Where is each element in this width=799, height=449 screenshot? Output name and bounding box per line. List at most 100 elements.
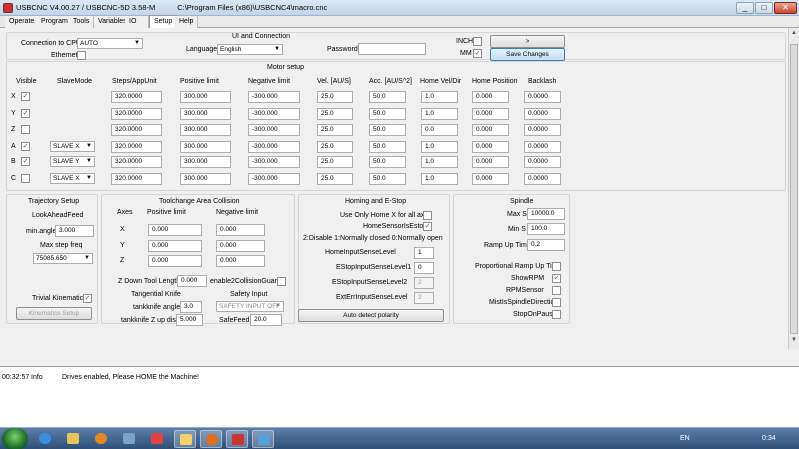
- steps-input-y[interactable]: 320.0000: [111, 108, 162, 120]
- mm-checkbox[interactable]: ✓: [473, 49, 482, 58]
- homepos-input-b[interactable]: 0.000: [472, 156, 509, 168]
- zdown-input[interactable]: 0.000: [177, 275, 207, 287]
- spindle-checkbox-1[interactable]: ✓: [552, 274, 561, 283]
- backlash-input-a[interactable]: 0.0000: [524, 141, 561, 153]
- scroll-up-icon[interactable]: ▲: [790, 30, 798, 40]
- pos-input-x[interactable]: 300.000: [180, 91, 231, 103]
- pos-input-z[interactable]: 300.000: [180, 124, 231, 136]
- tab-operate[interactable]: Operate: [5, 16, 40, 28]
- maxstep-select[interactable]: 75085.650 ▼: [33, 253, 93, 264]
- spindle-checkbox-2[interactable]: [552, 286, 561, 295]
- homevel-input-y[interactable]: 1.0: [421, 108, 458, 120]
- tk-angle-input[interactable]: 3.0: [180, 301, 202, 313]
- acc-input-b[interactable]: 50.0: [369, 156, 406, 168]
- sense-level-input-2[interactable]: 2: [414, 277, 434, 289]
- neg-input-a[interactable]: -300.000: [248, 141, 300, 153]
- homepos-input-a[interactable]: 0.000: [472, 141, 509, 153]
- spindle-checkbox-4[interactable]: [552, 310, 561, 319]
- tool-neg-input-y[interactable]: 0.000: [216, 240, 265, 252]
- visible-checkbox-c[interactable]: [21, 174, 30, 183]
- steps-input-b[interactable]: 320.0000: [111, 156, 162, 168]
- neg-input-c[interactable]: -300.000: [248, 173, 300, 185]
- pos-input-b[interactable]: 300.000: [180, 156, 231, 168]
- clock[interactable]: 0:34: [762, 435, 776, 442]
- homevel-input-x[interactable]: 1.0: [421, 91, 458, 103]
- homevel-input-a[interactable]: 1.0: [421, 141, 458, 153]
- taskbar-camera-icon[interactable]: [252, 430, 274, 448]
- taskbar-app-icon[interactable]: [118, 430, 140, 448]
- homevel-input-c[interactable]: 1.0: [421, 173, 458, 185]
- tool-pos-input-y[interactable]: 0.000: [148, 240, 202, 252]
- maximize-button[interactable]: □: [755, 2, 773, 14]
- homepos-input-x[interactable]: 0.000: [472, 91, 509, 103]
- inch-checkbox[interactable]: [473, 37, 482, 46]
- acc-input-z[interactable]: 50.0: [369, 124, 406, 136]
- taskbar-app2-icon[interactable]: [146, 430, 168, 448]
- tool-neg-input-z[interactable]: 0.000: [216, 255, 265, 267]
- neg-input-b[interactable]: -300.000: [248, 156, 300, 168]
- sense-level-input-0[interactable]: 1: [414, 247, 434, 259]
- taskbar-media-icon[interactable]: [90, 430, 112, 448]
- steps-input-z[interactable]: 320.0000: [111, 124, 162, 136]
- pos-input-y[interactable]: 300.000: [180, 108, 231, 120]
- homepos-input-c[interactable]: 0.000: [472, 173, 509, 185]
- vel-input-x[interactable]: 25.0: [317, 91, 353, 103]
- safety-select[interactable]: SAFETY INPUT OFF ▼: [216, 301, 284, 312]
- min-s-input[interactable]: 100.0: [527, 223, 565, 235]
- tab-program[interactable]: Program: [37, 16, 73, 28]
- vel-input-a[interactable]: 25.0: [317, 141, 353, 153]
- safefeed-input[interactable]: 20.0: [250, 314, 282, 326]
- backlash-input-x[interactable]: 0.0000: [524, 91, 561, 103]
- acc-input-a[interactable]: 50.0: [369, 141, 406, 153]
- taskbar-folder-icon[interactable]: [174, 430, 196, 448]
- save-changes-button[interactable]: Save Changes: [490, 48, 565, 61]
- max-s-input[interactable]: 10000.0: [527, 208, 565, 220]
- tab-setup[interactable]: Setup: [149, 15, 178, 28]
- pos-input-a[interactable]: 300.000: [180, 141, 231, 153]
- backlash-input-z[interactable]: 0.0000: [524, 124, 561, 136]
- kinematics-setup-button[interactable]: Kinematics Setup: [16, 307, 92, 320]
- close-button[interactable]: ✕: [774, 2, 797, 14]
- taskbar-usbcnc-icon[interactable]: [226, 430, 248, 448]
- backlash-input-b[interactable]: 0.0000: [524, 156, 561, 168]
- tab-tools[interactable]: Tools: [69, 16, 95, 28]
- slavemode-select-a[interactable]: SLAVE X ▼: [50, 141, 95, 152]
- vel-input-z[interactable]: 25.0: [317, 124, 353, 136]
- steps-input-x[interactable]: 320.0000: [111, 91, 162, 103]
- keyboard-language[interactable]: EN: [680, 435, 690, 442]
- taskbar-explorer-icon[interactable]: [62, 430, 84, 448]
- trivial-kin-checkbox[interactable]: ✓: [83, 294, 92, 303]
- ramp-input[interactable]: 0.2: [527, 239, 565, 251]
- language-select[interactable]: English ▼: [217, 44, 283, 55]
- visible-checkbox-a[interactable]: ✓: [21, 142, 30, 151]
- tab-help[interactable]: Help: [175, 16, 199, 28]
- acc-input-c[interactable]: 50.0: [369, 173, 406, 185]
- minimize-button[interactable]: _: [736, 2, 754, 14]
- ethernet-checkbox[interactable]: [77, 51, 86, 60]
- tab-blank[interactable]: [139, 16, 149, 28]
- vel-input-b[interactable]: 25.0: [317, 156, 353, 168]
- scroll-down-icon[interactable]: ▼: [790, 337, 798, 347]
- auto-detect-polarity-button[interactable]: Auto detect polarity: [298, 309, 444, 322]
- homepos-input-z[interactable]: 0.000: [472, 124, 509, 136]
- visible-checkbox-y[interactable]: ✓: [21, 109, 30, 118]
- connection-select[interactable]: AUTO ▼: [77, 38, 143, 49]
- steps-input-c[interactable]: 320.0000: [111, 173, 162, 185]
- vel-input-c[interactable]: 25.0: [317, 173, 353, 185]
- tool-pos-input-z[interactable]: 0.000: [148, 255, 202, 267]
- spindle-checkbox-0[interactable]: [552, 262, 561, 271]
- arrow-button[interactable]: >: [490, 35, 565, 48]
- neg-input-z[interactable]: -300.000: [248, 124, 300, 136]
- slavemode-select-c[interactable]: SLAVE X ▼: [50, 173, 95, 184]
- steps-input-a[interactable]: 320.0000: [111, 141, 162, 153]
- home-sensor-checkbox[interactable]: ✓: [423, 222, 432, 231]
- visible-checkbox-z[interactable]: [21, 125, 30, 134]
- homevel-input-b[interactable]: 1.0: [421, 156, 458, 168]
- only-home-x-checkbox[interactable]: [423, 211, 432, 220]
- neg-input-y[interactable]: -300.000: [248, 108, 300, 120]
- tk-z-input[interactable]: 5.000: [176, 314, 203, 326]
- pos-input-c[interactable]: 300.000: [180, 173, 231, 185]
- visible-checkbox-x[interactable]: ✓: [21, 92, 30, 101]
- homevel-input-z[interactable]: 0.0: [421, 124, 458, 136]
- collision-guard-checkbox[interactable]: [277, 277, 286, 286]
